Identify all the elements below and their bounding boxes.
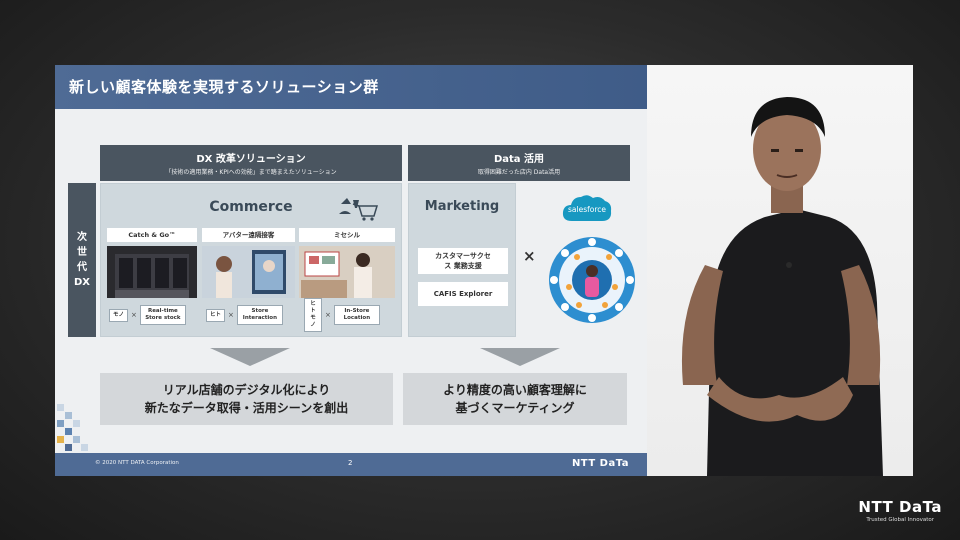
result-line: より精度の高い顧客理解に (443, 383, 587, 397)
catch-and-go-header: Catch & Go™ (107, 228, 197, 242)
tag-realtime-stock: Real-time Store stock (139, 305, 186, 325)
customer-success-box: カスタマーサクセス 業務支援 (418, 248, 508, 274)
tag-store-interaction: Store Interaction (236, 305, 283, 325)
salesforce-text: salesforce (568, 205, 606, 214)
footer-logo: NTT DaTa (571, 458, 629, 469)
miseshiru-photo (299, 246, 395, 298)
avatar-service-header: アバター遠隔接客 (202, 228, 295, 242)
times-sign: × (228, 311, 234, 319)
result-line: 基づくマーケティング (455, 401, 575, 415)
brand-tagline: Trusted Global Innovator (866, 517, 935, 523)
tag-hito-mono: ヒト モノ (304, 298, 322, 332)
side-label-char: 代 (77, 262, 87, 273)
presenter-figure (681, 97, 883, 476)
result-box-marketing: より精度の高い顧客理解に 基づくマーケティング (403, 373, 627, 425)
dx-solution-header: DX 改革ソリューション 「技術の適用業務・KPIへの効能」まで踏まえたソリュー… (100, 145, 402, 181)
marketing-panel: Marketing カスタマーサクセス 業務支援 CAFIS Explorer (408, 183, 516, 337)
down-arrow-right (480, 348, 560, 366)
catch-and-go-tags: モノ × Real-time Store stock (109, 305, 186, 325)
page-number: 2 (348, 459, 353, 467)
avatar-tags: ヒト × Store Interaction (206, 305, 283, 325)
customer-360-graphic (547, 235, 637, 329)
side-label-char: DX (73, 277, 90, 288)
presenter-video (647, 65, 913, 476)
salesforce-logo: salesforce (560, 191, 614, 229)
result-box-commerce: リアル店舗のデジタル化により 新たなデータ取得・活用シーンを創出 (100, 373, 393, 425)
next-gen-dx-label: 次 世 代 DX (68, 183, 96, 337)
times-sign-large: × (523, 247, 536, 265)
tag-hito: ヒト (206, 308, 226, 322)
shopping-cart-icon (337, 194, 383, 226)
presentation-slide: 新しい顧客体験を実現するソリューション群 DX 改革ソリューション 「技術の適用… (55, 65, 647, 476)
tag-mono: モノ (109, 308, 129, 322)
pixel-mosaic-decoration (55, 400, 95, 460)
dx-header-title: DX 改革ソリューション (196, 154, 306, 165)
brand-logo: NTT DaTa (858, 498, 942, 516)
times-sign: × (131, 311, 137, 319)
result-line: リアル店舗のデジタル化により (162, 383, 331, 397)
data-header-subtitle: 取得困難だった店内 Data活用 (477, 169, 561, 176)
copyright-text: © 2020 NTT DATA Corporation (95, 460, 179, 466)
ntt-data-brand: NTT DaTa Trusted Global Innovator (858, 498, 942, 524)
slide-footer: © 2020 NTT DATA Corporation 2 NTT DaTa (55, 453, 647, 476)
data-utilization-header: Data 活用 取得困難だった店内 Data活用 (408, 145, 630, 181)
dx-header-subtitle: 「技術の適用業務・KPIへの効能」まで踏まえたソリューション (165, 169, 337, 176)
commerce-panel: Commerce Catch & Go™ アバター遠隔接客 ミセシル モノ × … (100, 183, 402, 337)
data-header-title: Data 活用 (493, 154, 545, 165)
side-label-char: 世 (77, 247, 87, 258)
tag-instore-location: In-Store Location (333, 305, 380, 325)
miseshiru-tags: ヒト モノ × In-Store Location (304, 298, 380, 332)
avatar-photo (202, 246, 295, 298)
slide-title: 新しい顧客体験を実現するソリューション群 (55, 65, 647, 109)
side-label-char: 次 (77, 232, 87, 243)
marketing-title: Marketing (424, 199, 500, 214)
times-sign: × (325, 311, 331, 319)
cafis-explorer-box: CAFIS Explorer (418, 282, 508, 306)
down-arrow-left (210, 348, 290, 366)
store-photo (107, 246, 197, 298)
miseshiru-header: ミセシル (299, 228, 395, 242)
result-line: 新たなデータ取得・活用シーンを創出 (144, 401, 349, 415)
